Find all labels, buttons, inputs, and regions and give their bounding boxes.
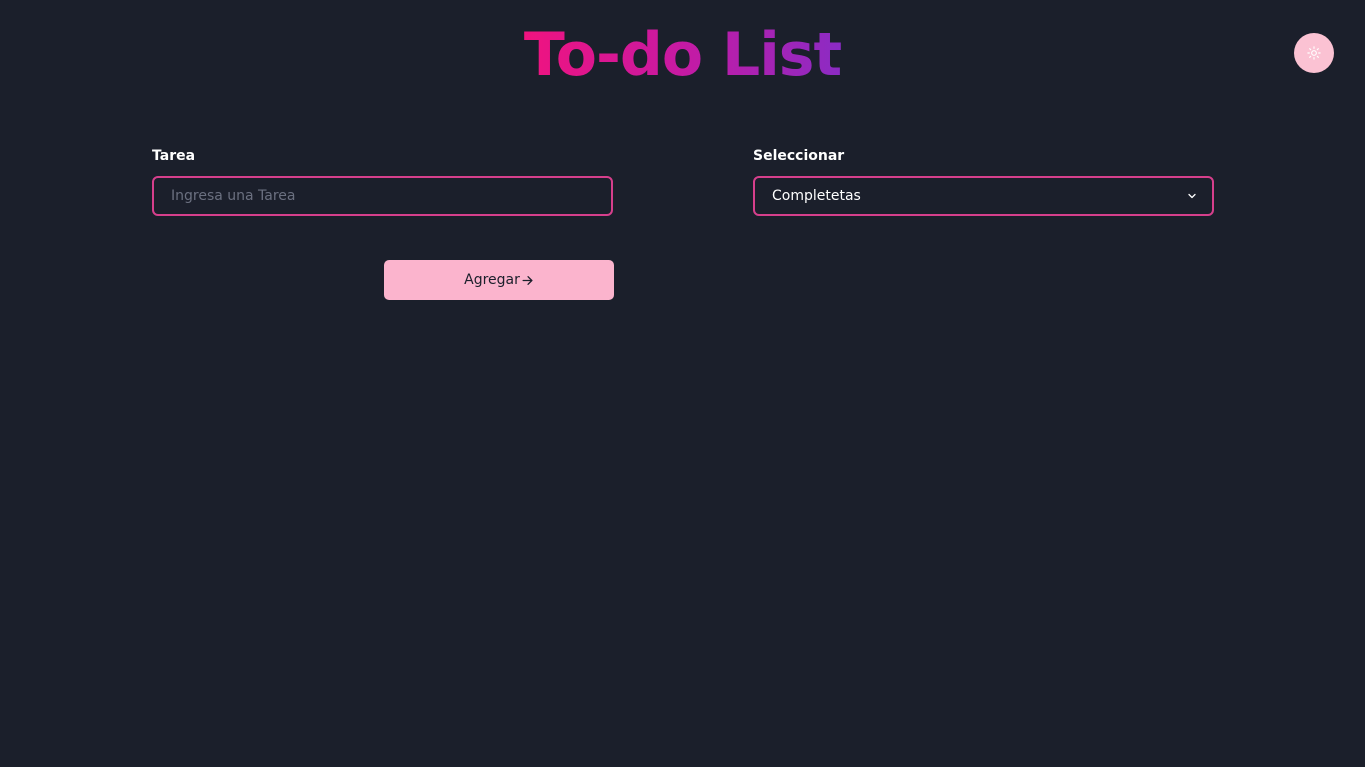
arrow-right-icon (521, 274, 534, 287)
filter-selected-value: Completetas (772, 188, 861, 204)
page: To-do List Tarea Seleccionar Completetas (0, 0, 1365, 767)
page-title: To-do List (0, 18, 1365, 92)
chevron-down-icon (1186, 190, 1198, 202)
filter-select[interactable]: Completetas (753, 176, 1214, 216)
add-task-button[interactable]: Agregar (384, 260, 614, 300)
task-input[interactable] (152, 176, 613, 216)
sun-icon (1307, 46, 1321, 60)
filter-label: Seleccionar (753, 148, 845, 164)
page-title-text: To-do List (523, 20, 842, 90)
add-button-label: Agregar (464, 272, 520, 288)
theme-toggle-button[interactable] (1294, 33, 1334, 73)
task-label: Tarea (152, 148, 196, 164)
